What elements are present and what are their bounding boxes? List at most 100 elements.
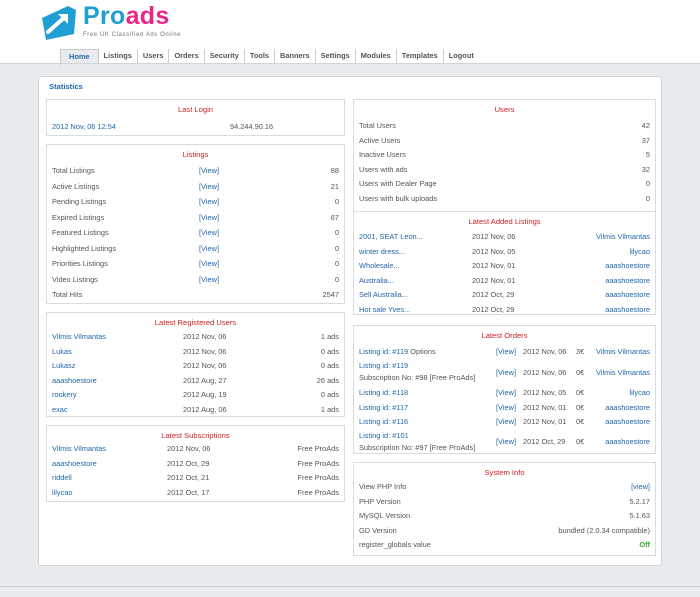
footer-divider <box>0 586 700 587</box>
tab-listings[interactable]: Listings <box>99 49 138 63</box>
panel-title: Latest Subscriptions <box>161 431 230 440</box>
table-row: Listing id: #118 [View] 2012 Nov, 05 0€ … <box>359 387 650 398</box>
last-login-date[interactable]: 2012 Nov, 06 12:54 <box>52 121 116 132</box>
listing-link[interactable]: 2001, SEAT Leon... <box>359 231 423 242</box>
tab-orders[interactable]: Orders <box>169 49 205 63</box>
list-item: Priorities Listings [View] 0 <box>52 258 339 269</box>
list-item: View PHP Info [view] <box>359 481 650 492</box>
logo-tagline: Free UK Classified Ads Online <box>83 32 182 38</box>
panel-title: Last Login <box>177 105 214 114</box>
list-item: Inactive Users 5 <box>359 150 650 159</box>
tab-settings[interactable]: Settings <box>316 49 356 63</box>
listing-link[interactable]: Australia... <box>359 275 394 286</box>
order-listing-link[interactable]: Listing id: #117 <box>359 402 408 413</box>
table-row-sub: Subscription No: #98 [Free ProAds] <box>359 373 476 382</box>
view-link[interactable]: [View] <box>199 274 219 285</box>
last-login-panel: Last Login 2012 Nov, 06 12:54 94.244.90.… <box>46 99 345 136</box>
user-link[interactable]: lilycao <box>52 487 73 498</box>
table-row: exac 2012 Aug, 06 1 ads <box>52 404 339 415</box>
user-link[interactable]: aaashoestore <box>605 275 650 286</box>
statistics-container: Statistics Last Login 2012 Nov, 06 12:54… <box>38 76 662 566</box>
main-nav: Home Listings Users Orders Security Tool… <box>60 49 479 65</box>
view-link[interactable]: [View] <box>496 346 516 357</box>
user-link[interactable]: Lukasz <box>52 360 75 371</box>
user-link[interactable]: riddell <box>52 472 72 483</box>
panel-title: System Info <box>484 468 525 477</box>
header: Proads Free UK Classified Ads Online Hom… <box>0 0 700 65</box>
listing-link[interactable]: Hot sale Yves... <box>359 304 410 315</box>
order-listing-link[interactable]: Listing id: #119 <box>359 347 408 356</box>
user-link[interactable]: exac <box>52 404 68 415</box>
list-item: Expired Listings [View] 67 <box>52 212 339 223</box>
view-link[interactable]: [View] <box>199 196 219 207</box>
user-link[interactable]: aaashoestore <box>605 402 650 413</box>
status-badge: Off <box>639 540 650 549</box>
tab-logout[interactable]: Logout <box>444 49 479 63</box>
page-title: Statistics <box>49 82 83 91</box>
user-link[interactable]: aaashoestore <box>52 375 97 386</box>
latest-orders-panel: Latest Orders Listing id: #119 Options [… <box>353 325 656 454</box>
user-link[interactable]: Vilmis Vilmantas <box>52 443 106 454</box>
user-link[interactable]: aaashoestore <box>605 289 650 300</box>
logo[interactable]: Proads Free UK Classified Ads Online <box>36 2 196 42</box>
tab-users[interactable]: Users <box>138 49 170 63</box>
system-info-panel: System Info View PHP Info [view] PHP Ver… <box>353 462 656 556</box>
user-link[interactable]: lilycao <box>629 246 650 257</box>
table-row: Hot sale Yves... 2012 Oct, 29 aaashoesto… <box>359 304 650 315</box>
view-link[interactable]: [View] <box>496 416 516 427</box>
total-hits-row: Total Hits 2547 <box>52 290 339 299</box>
view-link[interactable]: [View] <box>199 212 219 223</box>
latest-users-panel: Latest Registered Users Vilmis Vilmantas… <box>46 312 345 417</box>
table-row: Vilmis Vilmantas 2012 Nov, 06 Free ProAd… <box>52 443 339 454</box>
view-php-info-link[interactable]: [view] <box>631 481 650 492</box>
listings-panel: Listings Total Listings [View] 88 Active… <box>46 144 345 304</box>
table-row: 2001, SEAT Leon... 2012 Nov, 06 Vilmis V… <box>359 231 650 242</box>
user-link[interactable]: aaashoestore <box>605 416 650 427</box>
last-login-ip: 94.244.90.16 <box>230 122 274 131</box>
table-row: aaashoestore 2012 Oct, 29 Free ProAds <box>52 458 339 469</box>
user-link[interactable]: Lukas <box>52 346 72 357</box>
list-item: Users with Dealer Page 0 <box>359 179 650 188</box>
user-link[interactable]: aaashoestore <box>605 304 650 315</box>
list-item: Featured Listings [View] 0 <box>52 227 339 238</box>
user-link[interactable]: aaashoestore <box>52 458 97 469</box>
panel-title: Latest Orders <box>481 331 528 340</box>
logo-text: Proads <box>83 2 170 30</box>
view-link[interactable]: [View] <box>199 258 219 269</box>
user-link[interactable]: rookery <box>52 389 77 400</box>
user-link[interactable]: Vilmis Vilmantas <box>52 331 106 342</box>
list-item: MySQL Version 5.1.63 <box>359 511 650 520</box>
table-row: Sell Australia... 2012 Oct, 29 aaashoest… <box>359 289 650 300</box>
view-link[interactable]: [View] <box>199 181 219 192</box>
tab-tools[interactable]: Tools <box>245 49 276 63</box>
tab-modules[interactable]: Modules <box>356 49 397 63</box>
order-listing-link[interactable]: Listing id: #116 <box>359 416 408 427</box>
panel-title: Listings <box>182 150 209 159</box>
table-row: Australia... 2012 Nov, 01 aaashoestore <box>359 275 650 286</box>
user-link[interactable]: Vilmis Vilmantas <box>596 346 650 357</box>
list-item: Total Listings [View] 88 <box>52 165 339 176</box>
logo-arrow-icon <box>42 6 76 40</box>
listing-link[interactable]: winter dress... <box>359 246 405 257</box>
view-link[interactable]: [View] <box>496 387 516 398</box>
list-item: Active Users 37 <box>359 135 650 145</box>
list-item: Pending Listings [View] 0 <box>52 196 339 207</box>
listing-link[interactable]: Wholesale... <box>359 260 400 271</box>
view-link[interactable]: [View] <box>199 227 219 238</box>
listing-link[interactable]: Sell Australia... <box>359 289 408 300</box>
tab-security[interactable]: Security <box>205 49 245 63</box>
table-row: Listing id: #119 Options [View] 2012 Nov… <box>359 346 650 357</box>
latest-subscriptions-panel: Latest Subscriptions Vilmis Vilmantas 20… <box>46 425 345 502</box>
view-link[interactable]: [View] <box>496 402 516 413</box>
tab-banners[interactable]: Banners <box>275 49 316 63</box>
panel-title: Latest Registered Users <box>154 318 237 327</box>
view-link[interactable]: [View] <box>199 243 219 254</box>
tab-templates[interactable]: Templates <box>397 49 444 63</box>
order-listing-link[interactable]: Listing id: #118 <box>359 387 408 398</box>
list-item: register_globals value Off <box>359 540 650 549</box>
user-link[interactable]: lilycao <box>629 387 650 398</box>
user-link[interactable]: Vilmis Vilmantas <box>596 231 650 242</box>
view-link[interactable]: [View] <box>199 165 219 176</box>
table-row: lilycao 2012 Oct, 17 Free ProAds <box>52 487 339 498</box>
user-link[interactable]: aaashoestore <box>605 260 650 271</box>
